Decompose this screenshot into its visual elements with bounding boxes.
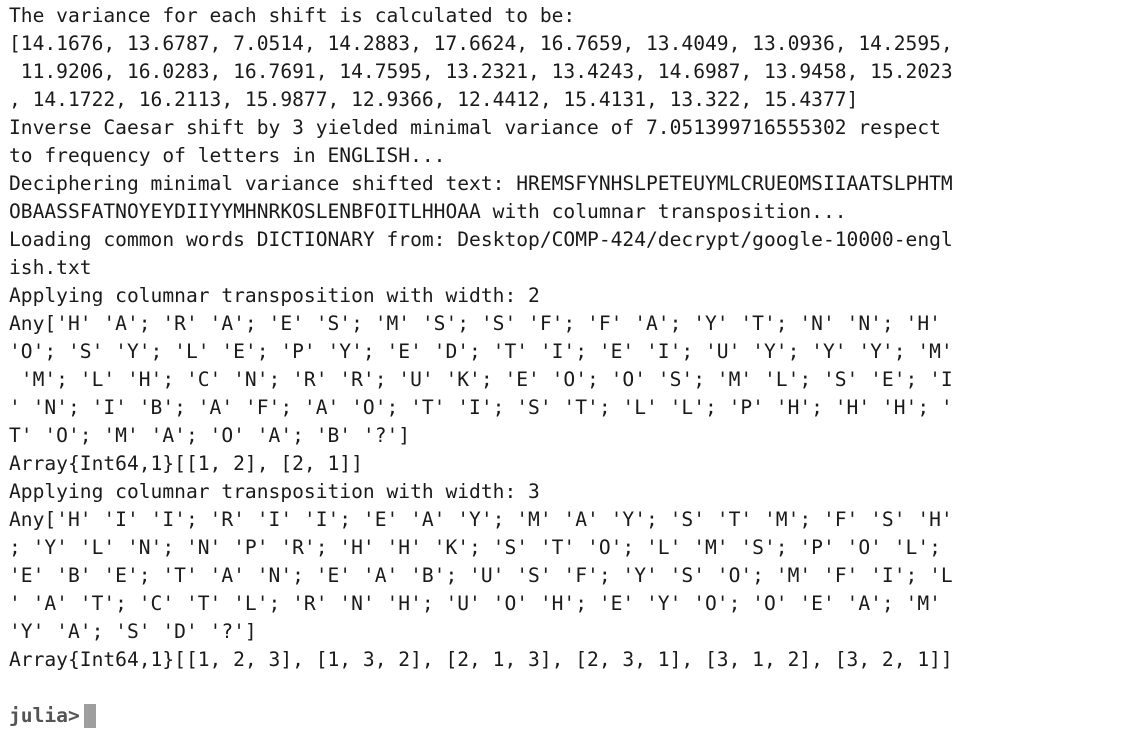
output-line: OBAASSFATNOYEYDIIYYMHNRKOSLENBFOITLHHOAA…: [9, 200, 847, 223]
terminal-output: The variance for each shift is calculate…: [9, 2, 1136, 702]
output-line: to frequency of letters in ENGLISH...: [9, 144, 446, 167]
output-line: 'E' 'B' 'E'; 'T' 'A' 'N'; 'E' 'A' 'B'; '…: [9, 564, 953, 587]
output-line: Loading common words DICTIONARY from: De…: [9, 228, 953, 251]
output-line: The variance for each shift is calculate…: [9, 4, 576, 27]
julia-prompt: julia>: [9, 704, 80, 727]
repl-input-line[interactable]: julia>: [9, 702, 1136, 730]
output-line: Array{Int64,1}[[1, 2], [2, 1]]: [9, 452, 363, 475]
output-line: 'Y' 'A'; 'S' 'D' '?']: [9, 620, 257, 643]
cursor-block-icon: [83, 704, 96, 728]
output-line: Any['H' 'A'; 'R' 'A'; 'E' 'S'; 'M' 'S'; …: [9, 312, 941, 335]
output-line: Inverse Caesar shift by 3 yielded minima…: [9, 116, 941, 139]
output-line: , 14.1722, 16.2113, 15.9877, 12.9366, 12…: [9, 88, 859, 111]
terminal-window[interactable]: The variance for each shift is calculate…: [0, 0, 1136, 736]
output-line: 'M'; 'L' 'H'; 'C' 'N'; 'R' 'R'; 'U' 'K';…: [9, 368, 953, 391]
output-line: Applying columnar transposition with wid…: [9, 284, 540, 307]
output-line: ; 'Y' 'L' 'N'; 'N' 'P' 'R'; 'H' 'H' 'K';…: [9, 536, 941, 559]
output-line: T' 'O'; 'M' 'A'; 'O' 'A'; 'B' '?']: [9, 424, 411, 447]
output-line: 11.9206, 16.0283, 16.7691, 14.7595, 13.2…: [9, 60, 953, 83]
output-line: Array{Int64,1}[[1, 2, 3], [1, 3, 2], [2,…: [9, 648, 953, 671]
output-line: ' 'A' 'T'; 'C' 'T' 'L'; 'R' 'N' 'H'; 'U'…: [9, 592, 941, 615]
output-line: ish.txt: [9, 256, 92, 279]
output-line: Applying columnar transposition with wid…: [9, 480, 540, 503]
output-line: [14.1676, 13.6787, 7.0514, 14.2883, 17.6…: [9, 32, 953, 55]
output-line: Deciphering minimal variance shifted tex…: [9, 172, 953, 195]
output-line: Any['H' 'I' 'I'; 'R' 'I' 'I'; 'E' 'A' 'Y…: [9, 508, 953, 531]
output-line: 'O'; 'S' 'Y'; 'L' 'E'; 'P' 'Y'; 'E' 'D';…: [9, 340, 953, 363]
output-line: ' 'N'; 'I' 'B'; 'A' 'F'; 'A' 'O'; 'T' 'I…: [9, 396, 953, 419]
